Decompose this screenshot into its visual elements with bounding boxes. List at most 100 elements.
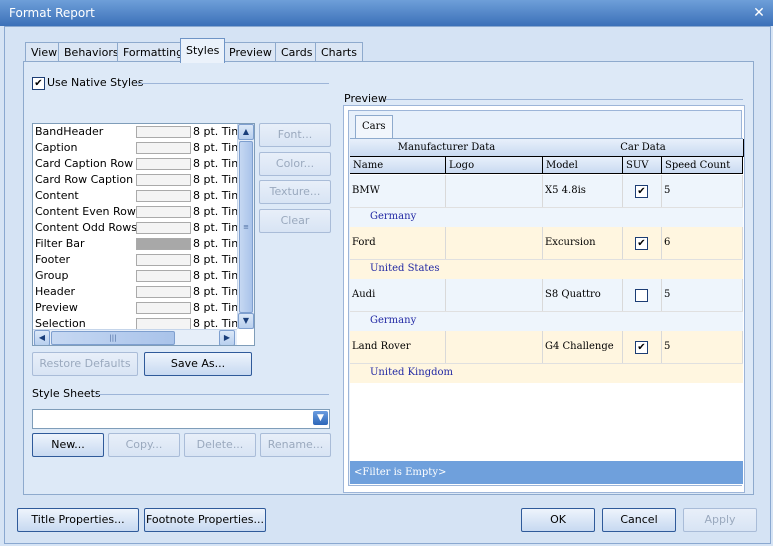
cell-speed: 5 <box>662 279 743 311</box>
texture-button[interactable]: Texture... <box>259 180 331 204</box>
style-sheet-select[interactable]: ▼ <box>32 409 330 429</box>
style-list-item[interactable]: Card Row Caption 8 pt. Tin <box>33 172 253 188</box>
copy-style-sheet-button[interactable]: Copy... <box>108 433 180 457</box>
table-row[interactable]: Ford Excursion ✔ 6 United States <box>350 227 743 279</box>
style-font: 8 pt. Tin <box>193 237 239 250</box>
table-row[interactable]: Audi S8 Quattro 5 Germany <box>350 279 743 331</box>
band-manufacturer-data: Manufacturer Data <box>350 139 544 157</box>
suv-checkbox[interactable]: ✔ <box>635 341 648 354</box>
styles-list[interactable]: Selection 8 pt. Tin Preview 8 pt. Tin Header… <box>32 123 255 346</box>
cell-logo <box>446 331 543 363</box>
scroll-up-icon[interactable]: ▲ <box>238 124 254 140</box>
cell-suv <box>623 279 662 311</box>
style-swatch <box>136 142 191 154</box>
new-style-sheet-button[interactable]: New... <box>32 433 104 457</box>
save-as-button[interactable]: Save As... <box>144 352 252 376</box>
style-font: 8 pt. Tin <box>193 285 239 298</box>
font-button[interactable]: Font... <box>259 123 331 147</box>
divider <box>136 83 329 84</box>
style-list-item[interactable]: Content Even Rows 8 pt. Tin <box>33 204 253 220</box>
scroll-thumb-horizontal[interactable]: ||| <box>51 331 175 345</box>
style-list-item[interactable]: Preview 8 pt. Tin <box>33 300 253 316</box>
cell-model: Excursion <box>543 227 623 259</box>
style-font: 8 pt. Tin <box>193 189 239 202</box>
table-row[interactable]: Land Rover G4 Challenge ✔ 5 United Kingdom <box>350 331 743 383</box>
preview-panel: Cars Manufacturer Data Car Data Name Log… <box>343 105 745 493</box>
tab-styles[interactable]: Styles <box>180 38 226 63</box>
tab-formatting[interactable]: Formatting <box>117 42 190 62</box>
cars-tab[interactable]: Cars <box>355 115 393 138</box>
column-header-logo[interactable]: Logo <box>446 157 543 174</box>
title-bar: Format Report ✕ <box>0 0 773 26</box>
style-list-item[interactable]: Header 8 pt. Tin <box>33 284 253 300</box>
style-name: Filter Bar <box>35 237 85 250</box>
suv-checkbox[interactable]: ✔ <box>635 185 648 198</box>
tab-charts[interactable]: Charts <box>315 42 363 62</box>
style-swatch <box>136 222 191 234</box>
tab-cards[interactable]: Cards <box>275 42 319 62</box>
cell-speed: 5 <box>662 175 743 207</box>
scroll-down-icon[interactable]: ▼ <box>238 313 254 329</box>
style-font: 8 pt. Tin <box>193 269 239 282</box>
style-font: 8 pt. Tin <box>193 221 239 234</box>
style-swatch <box>136 254 191 266</box>
style-swatch <box>136 190 191 202</box>
column-header-suv[interactable]: SUV <box>623 157 662 174</box>
row-country-preview: United States <box>350 259 743 279</box>
cell-model: S8 Quattro <box>543 279 623 311</box>
style-name: Card Caption Row <box>35 157 134 170</box>
style-list-item[interactable]: Content Odd Rows 8 pt. Tin <box>33 220 253 236</box>
chevron-down-icon[interactable]: ▼ <box>313 411 328 425</box>
style-list-item[interactable]: Card Caption Row 8 pt. Tin <box>33 156 253 172</box>
column-header-speed-count[interactable]: Speed Count <box>662 157 743 174</box>
filter-bar[interactable]: <Filter is Empty> <box>350 461 743 484</box>
apply-button[interactable]: Apply <box>683 508 757 532</box>
style-swatch <box>136 206 191 218</box>
cell-name: Ford <box>350 227 446 259</box>
delete-style-sheet-button[interactable]: Delete... <box>184 433 256 457</box>
suv-checkbox[interactable]: ✔ <box>635 237 648 250</box>
column-header-model[interactable]: Model <box>543 157 623 174</box>
table-row[interactable]: BMW X5 4.8is ✔ 5 Germany <box>350 175 743 227</box>
scroll-left-icon[interactable]: ◀ <box>34 330 50 345</box>
scroll-right-icon[interactable]: ▶ <box>219 330 235 345</box>
cell-logo <box>446 175 543 207</box>
styles-horizontal-scrollbar[interactable]: ◀ ||| ▶ <box>33 329 237 345</box>
column-header-name[interactable]: Name <box>350 157 446 174</box>
suv-checkbox[interactable] <box>635 289 648 302</box>
style-swatch <box>136 174 191 186</box>
title-properties-button[interactable]: Title Properties... <box>17 508 139 532</box>
style-font: 8 pt. Tin <box>193 141 239 154</box>
cell-model: G4 Challenge <box>543 331 623 363</box>
rename-style-sheet-button[interactable]: Rename... <box>260 433 331 457</box>
style-name: BandHeader <box>35 125 104 138</box>
cell-model: X5 4.8is <box>543 175 623 207</box>
style-swatch <box>136 270 191 282</box>
style-name: Footer <box>35 253 70 266</box>
close-icon[interactable]: ✕ <box>751 5 767 21</box>
style-list-item[interactable]: BandHeader 8 pt. Tin <box>33 124 253 140</box>
clear-button[interactable]: Clear <box>259 209 331 233</box>
footnote-properties-button[interactable]: Footnote Properties... <box>144 508 266 532</box>
style-name: Content Odd Rows <box>35 221 137 234</box>
scroll-thumb[interactable]: ≡ <box>239 141 253 313</box>
style-list-item[interactable]: Footer 8 pt. Tin <box>33 252 253 268</box>
style-swatch <box>136 238 191 250</box>
row-country-preview: United Kingdom <box>350 363 743 383</box>
style-list-item[interactable]: Caption 8 pt. Tin <box>33 140 253 156</box>
styles-vertical-scrollbar[interactable]: ▲ ≡ ▼ <box>237 124 254 329</box>
use-native-styles-checkbox[interactable]: ✔ <box>32 77 45 90</box>
style-font: 8 pt. Tin <box>193 253 239 266</box>
style-name: Content <box>35 189 79 202</box>
color-button[interactable]: Color... <box>259 152 331 176</box>
style-list-item[interactable]: Group 8 pt. Tin <box>33 268 253 284</box>
divider <box>96 394 329 395</box>
ok-button[interactable]: OK <box>521 508 595 532</box>
tab-preview[interactable]: Preview <box>223 42 278 62</box>
restore-defaults-button[interactable]: Restore Defaults <box>32 352 138 376</box>
row-country-preview: Germany <box>350 311 743 331</box>
tab-behaviors[interactable]: Behaviors <box>58 42 125 62</box>
cancel-button[interactable]: Cancel <box>602 508 676 532</box>
style-list-item[interactable]: Filter Bar 8 pt. Tin <box>33 236 253 252</box>
style-list-item[interactable]: Content 8 pt. Tin <box>33 188 253 204</box>
